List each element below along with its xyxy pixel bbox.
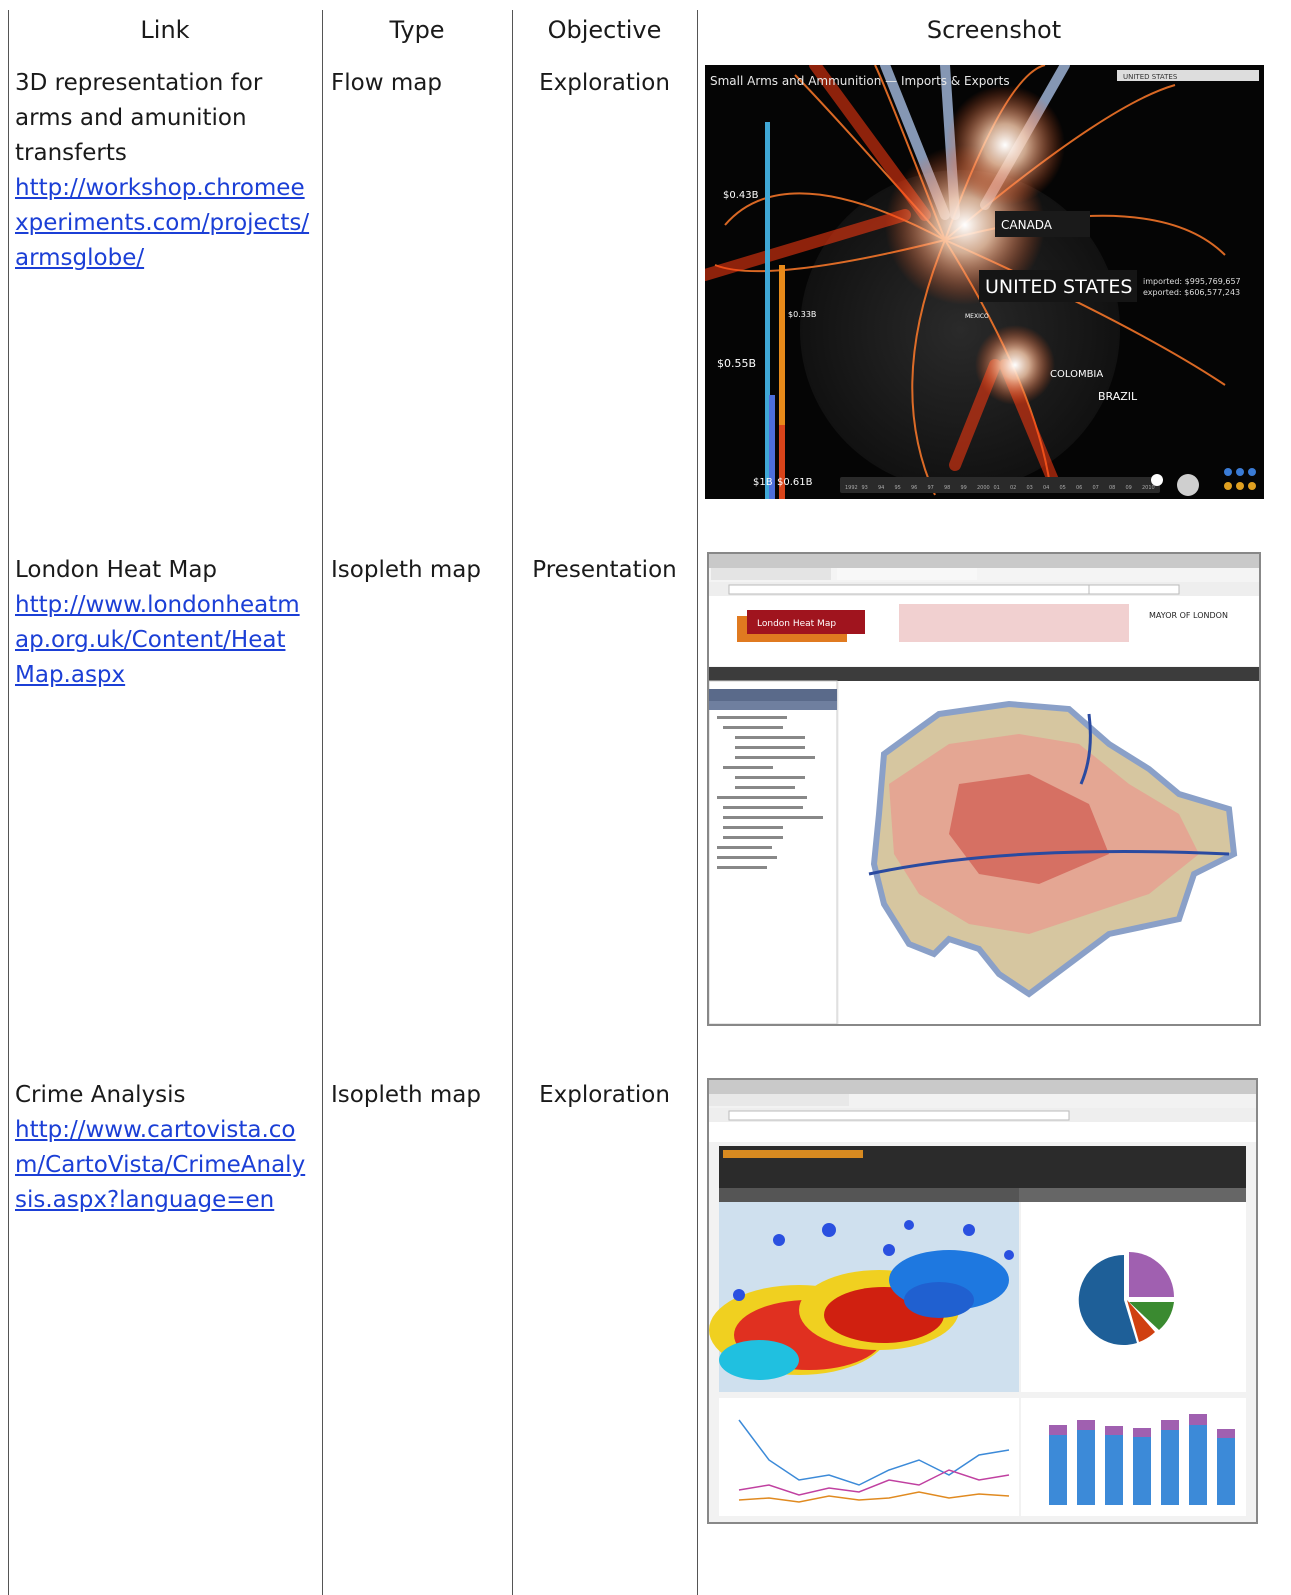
row-1-screenshot: Small Arms and Ammunition — Imports & Ex… [705,65,1264,499]
timeline-year[interactable]: 06 [1076,485,1082,491]
label-colombia: COLOMBIA [1050,369,1103,380]
row-2-title-line: London Heat Map [15,557,218,583]
row-3-screenshot [707,1078,1258,1524]
timeline-year[interactable]: 05 [1060,485,1066,491]
mayor-of-london-logo: MAYOR OF LONDON [1149,611,1228,620]
column-divider-1 [322,10,323,1595]
timeline-year[interactable]: 98 [944,485,950,491]
label-canada: CANADA [1001,218,1053,232]
label-043: $0.43B [723,190,759,201]
heatmap-banner: London Heat Map [757,619,836,629]
row-2-type: Isopleth map [331,557,481,583]
timeline-year[interactable]: 2000 [977,485,990,491]
label-033: $0.33B [788,310,816,319]
header-objective: Objective [547,16,662,44]
timeline-year[interactable]: 99 [961,485,967,491]
row-3-title-line: Crime Analysis [15,1082,186,1108]
row-2-screenshot: London Heat Map MAYOR OF LONDON [707,552,1261,1026]
row-1-objective: Exploration [539,70,670,96]
row-3-link-cell: Crime Analysis http://www.cartovista.co … [15,1078,320,1218]
timeline-year[interactable]: 04 [1043,485,1049,491]
row-2-link-cell: London Heat Map http://www.londonheatm a… [15,553,320,693]
arms-search-box[interactable]: UNITED STATES [1123,73,1178,81]
timeline-year[interactable]: 07 [1093,485,1099,491]
us-imported: imported: $995,769,657 [1143,277,1241,286]
timeline-year[interactable]: 08 [1109,485,1115,491]
column-divider-2 [512,10,513,1595]
arms-title: Small Arms and Ammunition — Imports & Ex… [710,74,1010,88]
label-061: $0.61B [777,477,813,488]
header-type: Type [389,16,445,44]
timeline-year[interactable]: 2010 [1142,485,1155,491]
row-1-title-line: arms and amunition [15,105,247,131]
timeline-year[interactable]: 93 [862,485,868,491]
timeline-year[interactable]: 96 [911,485,917,491]
row-3-url-link[interactable]: http://www.cartovista.co m/CartoVista/Cr… [15,1113,320,1218]
label-055: $0.55B [717,357,756,370]
label-mexico: MEXICO [965,313,989,320]
timeline-year[interactable]: 95 [895,485,901,491]
column-divider-3 [697,10,698,1595]
label-1b: $1B [753,477,773,488]
timeline-year[interactable]: 94 [878,485,884,491]
label-brazil: BRAZIL [1098,390,1138,403]
header-link: Link [140,16,190,44]
label-united-states: UNITED STATES [985,276,1132,298]
header-screenshot: Screenshot [926,16,1062,44]
timeline-year[interactable]: 01 [994,485,1000,491]
timeline-year[interactable]: 97 [928,485,934,491]
timeline-year[interactable]: 1992 [845,485,858,491]
timeline-year[interactable]: 09 [1126,485,1132,491]
row-1-title-line: transferts [15,140,127,166]
column-divider-left [8,10,9,1595]
us-exported: exported: $606,577,243 [1143,288,1240,297]
timeline-year[interactable]: 03 [1027,485,1033,491]
timeline-year[interactable]: 02 [1010,485,1016,491]
row-3-type: Isopleth map [331,1082,481,1108]
row-1-title-line: 3D representation for [15,70,263,96]
row-1-link-cell: 3D representation for arms and amunition… [15,66,320,276]
row-2-objective: Presentation [532,557,677,583]
row-1-url-link[interactable]: http://workshop.chromee xperiments.com/p… [15,171,320,276]
row-3-objective: Exploration [539,1082,670,1108]
row-2-url-link[interactable]: http://www.londonheatm ap.org.uk/Content… [15,588,320,693]
row-1-type: Flow map [331,70,442,96]
